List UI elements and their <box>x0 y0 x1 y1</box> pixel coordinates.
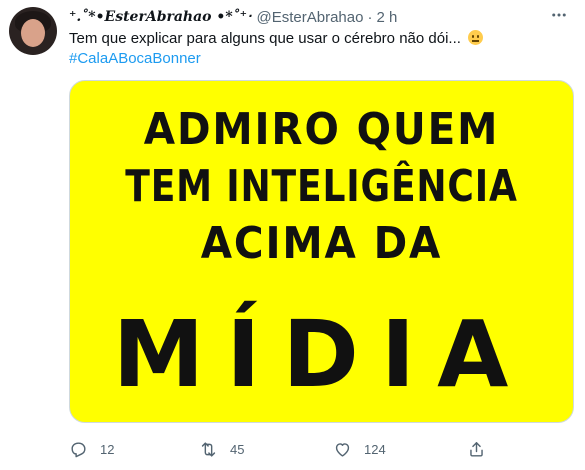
retweet-icon <box>201 442 216 457</box>
avatar-face <box>21 19 45 47</box>
neutral-face-emoji-icon <box>468 30 484 45</box>
like-count: 124 <box>364 442 386 457</box>
tweet-body: Tem que explicar para alguns que usar o … <box>69 30 461 47</box>
like-button[interactable]: 124 <box>333 440 386 459</box>
heart-icon <box>335 443 350 457</box>
hashtag-link[interactable]: #CalaABocaBonner <box>69 50 201 67</box>
avatar[interactable] <box>9 7 57 55</box>
tweet-image[interactable]: ADMIRO QUEM TEM INTELIGÊNCIA ACIMA DA MÍ… <box>69 80 574 423</box>
share-button[interactable] <box>467 440 498 459</box>
ellipsis-icon <box>552 13 566 17</box>
separator: · <box>367 8 373 26</box>
tweet-text: Tem que explicar para alguns que usar o … <box>69 29 484 49</box>
image-text-line-3: ACIMA DA <box>200 218 443 269</box>
retweet-button[interactable]: 45 <box>199 440 244 459</box>
image-text-line-1: ADMIRO QUEM <box>143 104 500 155</box>
image-text-line-4: MÍDIA <box>112 301 531 408</box>
tweet-actions: 12 45 124 <box>69 440 509 470</box>
share-icon <box>470 442 483 457</box>
reply-button[interactable]: 12 <box>69 440 114 459</box>
display-name[interactable]: ⁺.˚*•𝑬𝒔𝒕𝒆𝒓𝑨𝒃𝒓𝒂𝒉𝒂𝒐 •*˚⁺‧ <box>69 9 252 25</box>
reply-icon <box>71 442 86 458</box>
user-handle[interactable]: @EsterAbrahao <box>257 9 364 26</box>
reply-count: 12 <box>100 442 115 457</box>
retweet-count: 45 <box>230 442 245 457</box>
timestamp[interactable]: 2 h <box>376 9 397 26</box>
tweet-header: ⁺.˚*•𝑬𝒔𝒕𝒆𝒓𝑨𝒃𝒓𝒂𝒉𝒂𝒐 •*˚⁺‧ @EsterAbrahao · … <box>69 7 397 27</box>
image-text-line-2: TEM INTELIGÊNCIA <box>125 161 518 212</box>
more-options-icon[interactable] <box>547 4 571 26</box>
